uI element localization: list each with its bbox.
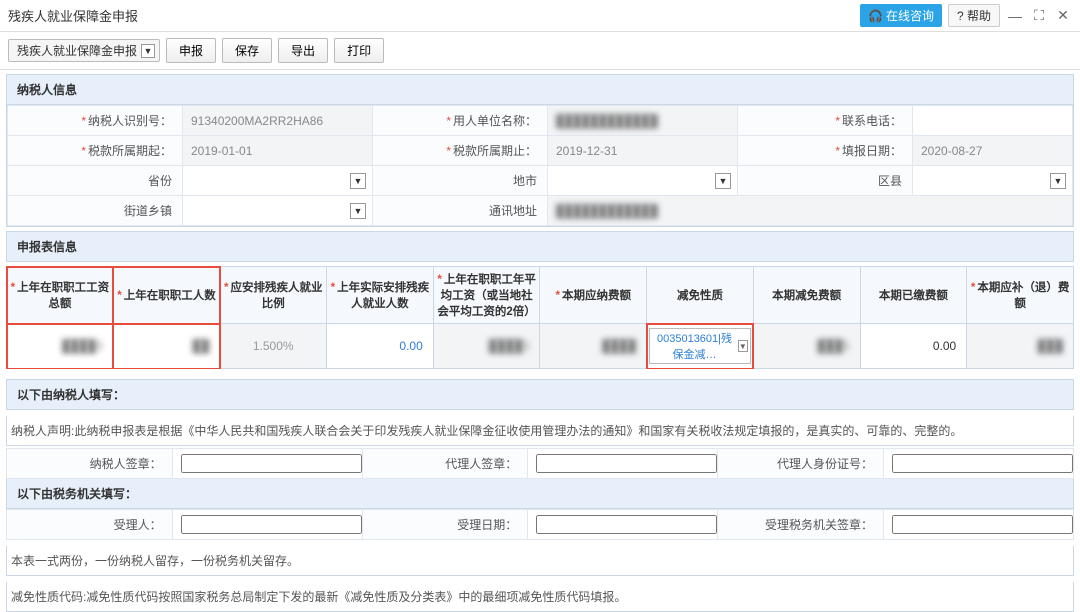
- col-actual-disabled: 上年实际安排残疾人就业人数: [327, 267, 434, 324]
- taxpayer-id-label: 纳税人识别号：: [81, 114, 172, 128]
- help-button[interactable]: ? 帮助: [948, 4, 1000, 27]
- print-button[interactable]: 打印: [334, 38, 384, 63]
- agent-id-input[interactable]: [892, 454, 1073, 473]
- taxpayer-sign-input[interactable]: [181, 454, 362, 473]
- phone-input[interactable]: [921, 109, 1057, 133]
- acceptor-input[interactable]: [181, 515, 362, 534]
- district-dropdown[interactable]: ▼: [1050, 173, 1066, 189]
- unit-name-label: 用人单位名称：: [446, 114, 537, 128]
- fill-date-value: 2020-08-27: [921, 144, 982, 158]
- taxoffice-sign-table: 受理人： 受理日期： 受理税务机关签章：: [6, 509, 1074, 540]
- footnote-relief-code: 减免性质代码:减免性质代码按照国家税务总局制定下发的最新《减免性质及分类表》中的…: [6, 582, 1074, 612]
- declare-button[interactable]: 申报: [166, 38, 216, 63]
- town-dropdown[interactable]: ▼: [350, 203, 366, 219]
- col-paid: 本期已缴费额: [860, 267, 967, 324]
- filler-header: 以下由纳税人填写：: [6, 379, 1074, 410]
- toolbar: 残疾人就业保障金申报 ▼ 申报 保存 导出 打印: [0, 32, 1080, 70]
- taxoffice-stamp-input[interactable]: [892, 515, 1073, 534]
- city-dropdown[interactable]: ▼: [715, 173, 731, 189]
- province-dropdown[interactable]: ▼: [350, 173, 366, 189]
- province-label: 省份: [148, 174, 172, 188]
- cell-relief-type[interactable]: 0035013601|残保金减…▼: [647, 324, 754, 369]
- grid-row: ████0 ██ 1.500% 0.00 ████0 ████ 00350136…: [7, 324, 1074, 369]
- breadcrumb-dropdown[interactable]: 残疾人就业保障金申报 ▼: [8, 39, 160, 62]
- period-end-value: 2019-12-31: [556, 144, 617, 158]
- cell-emp-count[interactable]: ██: [192, 339, 209, 353]
- taxpayer-id-value: 91340200MA2RR2HA86: [191, 114, 323, 128]
- cell-relief-amt: ███5: [817, 339, 849, 353]
- address-label: 通讯地址: [489, 204, 537, 218]
- taxoffice-stamp-label: 受理税务机关签章：: [718, 510, 884, 540]
- agent-id-label: 代理人身份证号：: [718, 449, 884, 479]
- col-wage-total: 上年在职职工工资总额: [7, 267, 114, 324]
- report-grid: 上年在职职工工资总额 上年在职职工人数 应安排残疾人就业比例 上年实际安排残疾人…: [6, 266, 1074, 369]
- col-relief-type: 减免性质: [647, 267, 754, 324]
- export-button[interactable]: 导出: [278, 38, 328, 63]
- fill-date-label: 填报日期：: [835, 144, 902, 158]
- col-relief-amt: 本期减免费额: [753, 267, 860, 324]
- cell-due: ████: [602, 339, 636, 353]
- cell-avg-wage: ████0: [489, 339, 530, 353]
- agent-sign-input[interactable]: [536, 454, 717, 473]
- col-due: 本期应纳费额: [540, 267, 647, 324]
- window-title: 残疾人就业保障金申报: [8, 6, 138, 25]
- col-refund: 本期应补（退）费额: [967, 267, 1074, 324]
- titlebar: 残疾人就业保障金申报 🎧 在线咨询 ? 帮助 — ⛶ ✕: [0, 0, 1080, 32]
- chevron-down-icon: ▼: [141, 44, 155, 58]
- cell-paid[interactable]: 0.00: [860, 324, 967, 369]
- close-button[interactable]: ✕: [1054, 7, 1072, 25]
- col-ratio: 应安排残疾人就业比例: [220, 267, 327, 324]
- save-button[interactable]: 保存: [222, 38, 272, 63]
- minimize-button[interactable]: —: [1006, 7, 1024, 25]
- headset-icon: 🎧: [868, 9, 883, 23]
- footnote-copies: 本表一式两份，一份纳税人留存，一份税务机关留存。: [6, 546, 1074, 576]
- unit-name-value: ████████████: [556, 114, 658, 128]
- col-avg-wage: 上年在职职工年平均工资（或当地社会平均工资的2倍）: [433, 267, 540, 324]
- town-label: 街道乡镇: [124, 204, 172, 218]
- taxpayer-section-header: 纳税人信息: [7, 75, 1073, 105]
- period-start-label: 税款所属期起：: [81, 144, 172, 158]
- cell-refund: ███: [1037, 339, 1063, 353]
- filler-sign-table: 纳税人签章： 代理人签章： 代理人身份证号：: [6, 448, 1074, 479]
- cell-ratio: 1.500%: [220, 324, 327, 369]
- col-emp-count: 上年在职职工人数: [113, 267, 220, 324]
- city-label: 地市: [513, 174, 537, 188]
- taxpayer-sign-label: 纳税人签章：: [7, 449, 173, 479]
- address-value: ████████████: [556, 204, 658, 218]
- phone-label: 联系电话：: [835, 114, 902, 128]
- period-end-label: 税款所属期止：: [446, 144, 537, 158]
- report-section-header: 申报表信息: [7, 232, 1073, 262]
- agent-sign-label: 代理人签章：: [362, 449, 528, 479]
- cell-wage-total[interactable]: ████0: [62, 339, 103, 353]
- accept-date-label: 受理日期：: [362, 510, 528, 540]
- chevron-down-icon: ▼: [738, 340, 748, 352]
- maximize-button[interactable]: ⛶: [1030, 7, 1048, 25]
- accept-date-input[interactable]: [536, 515, 717, 534]
- report-section: 申报表信息: [6, 231, 1074, 262]
- report-grid-wrap: 上年在职职工工资总额 上年在职职工人数 应安排残疾人就业比例 上年实际安排残疾人…: [6, 266, 1074, 369]
- acceptor-label: 受理人：: [7, 510, 173, 540]
- taxpayer-statement: 纳税人声明:此纳税申报表是根据《中华人民共和国残疾人联合会关于印发残疾人就业保障…: [6, 416, 1074, 446]
- cell-actual-disabled[interactable]: 0.00: [327, 324, 434, 369]
- district-label: 区县: [878, 174, 902, 188]
- taxoffice-header: 以下由税务机关填写：: [6, 479, 1074, 509]
- online-consult-button[interactable]: 🎧 在线咨询: [860, 4, 942, 27]
- period-start-value: 2019-01-01: [191, 144, 252, 158]
- taxpayer-section: 纳税人信息 纳税人识别号： 91340200MA2RR2HA86 用人单位名称：…: [6, 74, 1074, 227]
